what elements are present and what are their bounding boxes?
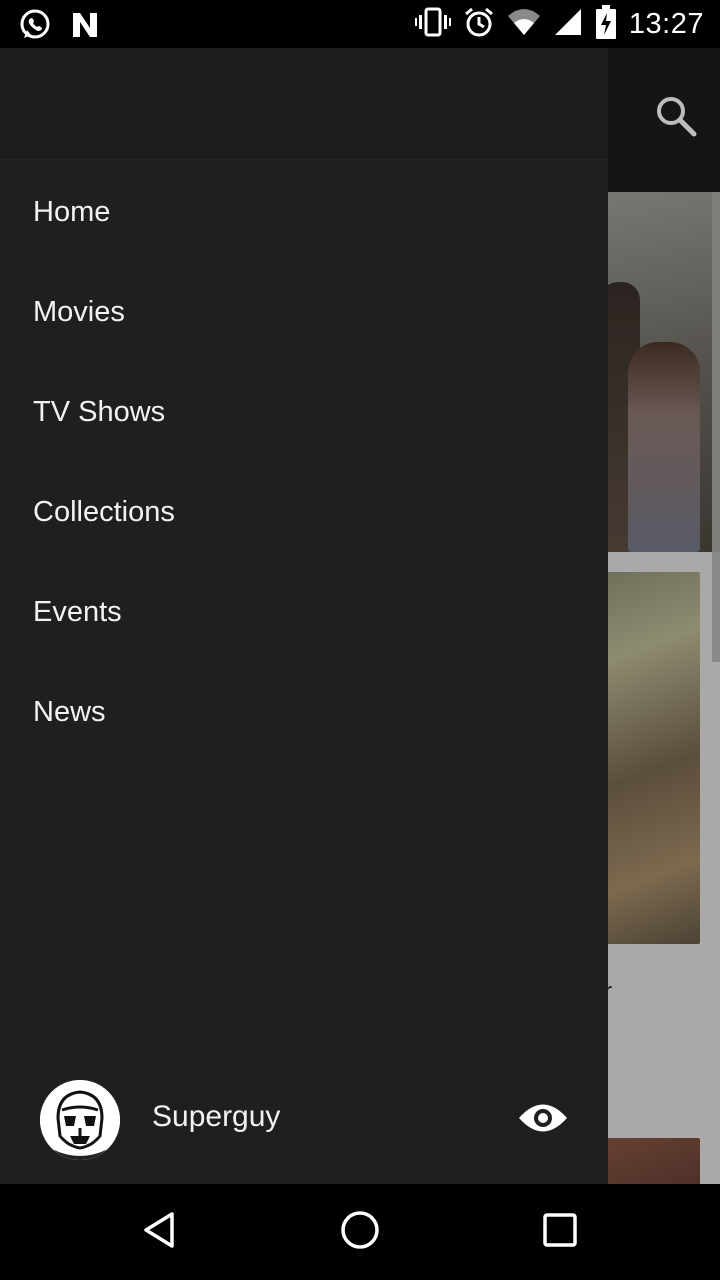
recents-icon: [541, 1211, 579, 1254]
status-bar: 13:27: [0, 0, 720, 48]
stormtrooper-avatar: [40, 1080, 120, 1160]
drawer-header: [0, 48, 608, 160]
menu-item-label: News: [33, 695, 106, 728]
user-profile[interactable]: Superguy: [0, 1064, 608, 1176]
n-notification-icon: [70, 10, 100, 45]
menu-item-events[interactable]: Events: [0, 562, 608, 662]
menu-item-label: Events: [33, 595, 122, 628]
alarm-icon: [463, 6, 495, 43]
search-icon: [655, 95, 697, 142]
visibility-toggle-button[interactable]: [514, 1094, 572, 1146]
profile-name: Superguy: [152, 1100, 281, 1133]
banner-scrollbar: [712, 192, 720, 552]
banner-figure: [628, 342, 700, 552]
menu-item-label: Collections: [33, 495, 175, 528]
menu-item-tv-shows[interactable]: TV Shows: [0, 362, 608, 462]
menu-item-collections[interactable]: Collections: [0, 462, 608, 562]
battery-icon: [595, 4, 617, 44]
menu-item-home[interactable]: Home: [0, 162, 608, 262]
menu-item-movies[interactable]: Movies: [0, 262, 608, 362]
drawer-menu: Home Movies TV Shows Collections Events …: [0, 162, 608, 762]
whatsapp-icon: [18, 8, 52, 47]
back-button[interactable]: [136, 1208, 184, 1256]
menu-item-label: Movies: [33, 295, 125, 328]
menu-item-label: TV Shows: [33, 395, 166, 428]
navigation-drawer: Home Movies TV Shows Collections Events …: [0, 48, 608, 1184]
home-icon: [339, 1209, 381, 1256]
avatar[interactable]: [40, 1080, 120, 1160]
system-nav-bar: [0, 1184, 720, 1280]
eye-icon: [517, 1101, 569, 1140]
menu-item-label: Home: [33, 195, 111, 228]
status-time: 13:27: [628, 7, 704, 40]
content-scrollbar[interactable]: [712, 552, 720, 662]
menu-item-news[interactable]: News: [0, 662, 608, 762]
vibrate-icon: [414, 7, 451, 42]
home-button[interactable]: [336, 1208, 384, 1256]
search-button[interactable]: [652, 94, 700, 142]
back-icon: [140, 1210, 180, 1255]
signal-icon: [553, 7, 583, 42]
recents-button[interactable]: [536, 1208, 584, 1256]
wifi-icon: [507, 8, 541, 41]
